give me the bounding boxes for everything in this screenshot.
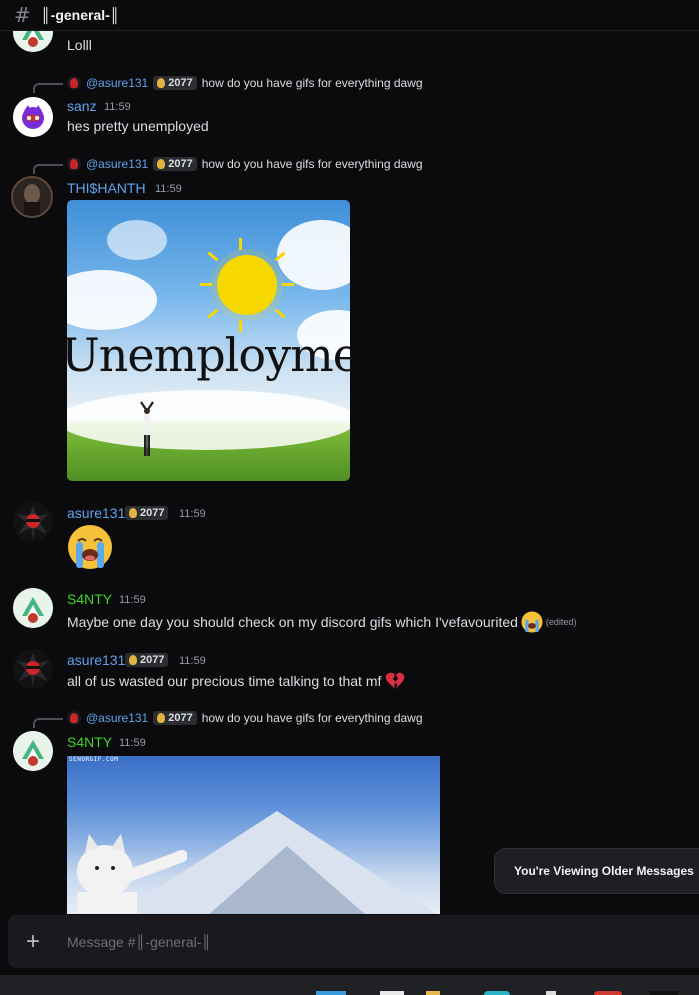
reply-text: how do you have gifs for everything dawg — [201, 711, 423, 725]
reply-author[interactable]: @asure131 — [86, 711, 148, 725]
reply-author[interactable]: @asure131 — [86, 157, 148, 171]
app-icon[interactable] — [594, 991, 622, 995]
edited-label: (edited) — [545, 617, 577, 627]
reply-preview[interactable]: @asure131 2077 how do you have gifs for … — [67, 710, 423, 726]
username-s4nty[interactable]: S4NTY — [67, 734, 112, 750]
attach-plus-button[interactable]: + — [8, 928, 58, 956]
unemployment-gif[interactable]: Unemploymen — [67, 200, 350, 481]
gif-caption: Unemploymen — [67, 328, 350, 382]
cat-mountain-gif[interactable]: SENORGIF.COM — [67, 756, 440, 914]
sanz-avatar[interactable] — [13, 97, 53, 137]
reply-preview[interactable]: @asure131 2077 how do you have gifs for … — [67, 156, 423, 172]
s4nty-avatar[interactable] — [13, 731, 53, 771]
message-text: hes pretty unemployed — [67, 118, 209, 134]
man-figure — [140, 401, 154, 456]
broken-heart-icon — [386, 672, 405, 689]
timestamp: 11:59 — [179, 508, 206, 520]
reply-spine — [33, 83, 63, 93]
reply-text: how do you have gifs for everything dawg — [201, 157, 423, 171]
gif-watermark: SENORGIF.COM — [69, 756, 119, 763]
message-text: all of us wasted our precious time talki… — [67, 672, 405, 690]
username-thishanth[interactable]: THI$HANTH — [67, 180, 146, 196]
app-icon[interactable] — [650, 991, 678, 995]
guild-tag: 2077 — [153, 76, 197, 90]
reply-avatar — [67, 711, 81, 725]
asure131-avatar[interactable] — [13, 649, 53, 689]
chat-scroll-area[interactable]: Lolll @asure131 2077 how do you have gif… — [0, 0, 699, 914]
guild-tag: 2077 — [153, 157, 197, 171]
flame-icon — [157, 713, 166, 723]
username-s4nty[interactable]: S4NTY — [67, 591, 112, 607]
timestamp: 11:59 — [119, 737, 146, 749]
reply-spine — [33, 718, 63, 728]
message-text: Lolll — [67, 37, 92, 53]
flame-icon — [157, 159, 166, 169]
channel-header: # ║-general-║ — [0, 0, 699, 31]
app-icon[interactable] — [546, 991, 556, 995]
message-text: Maybe one day you should check on my dis… — [67, 611, 576, 633]
username-sanz[interactable]: sanz — [67, 98, 97, 114]
timestamp: 11:59 — [119, 594, 146, 606]
flame-icon — [129, 655, 137, 665]
browser-icon[interactable] — [484, 991, 510, 995]
timestamp: 11:59 — [155, 183, 182, 195]
username-asure131[interactable]: asure131 — [67, 652, 125, 668]
start-icon[interactable] — [316, 991, 346, 995]
cat-figure — [77, 834, 187, 914]
guild-tag: 2077 — [125, 653, 169, 667]
thishanth-avatar[interactable] — [11, 176, 53, 218]
reply-spine — [33, 164, 63, 174]
message-input[interactable] — [67, 933, 627, 950]
sun-icon — [217, 255, 277, 315]
timestamp: 11:59 — [179, 655, 206, 667]
reply-preview[interactable]: @asure131 2077 how do you have gifs for … — [67, 75, 423, 91]
username-asure131[interactable]: asure131 — [67, 505, 125, 521]
message-composer: + — [8, 915, 699, 968]
flame-icon — [129, 508, 137, 518]
reply-avatar — [67, 157, 81, 171]
timestamp: 11:59 — [104, 101, 131, 113]
reply-author[interactable]: @asure131 — [86, 76, 148, 90]
reply-text: how do you have gifs for everything dawg — [201, 76, 423, 90]
asure131-avatar[interactable] — [13, 502, 53, 542]
flame-icon — [157, 78, 166, 88]
viewing-older-messages-banner[interactable]: You're Viewing Older Messages — [494, 848, 699, 894]
loudly-crying-face-icon — [521, 611, 543, 633]
guild-tag: 2077 — [153, 711, 197, 725]
channel-title[interactable]: ║-general-║ — [41, 7, 120, 23]
s4nty-avatar[interactable] — [13, 588, 53, 628]
guild-tag: 2077 — [125, 506, 169, 520]
loudly-crying-face-icon — [68, 525, 112, 569]
app-icon[interactable] — [380, 991, 404, 995]
reply-avatar — [67, 76, 81, 90]
taskbar — [0, 975, 699, 995]
channel-hash-icon: # — [14, 3, 31, 27]
folder-icon[interactable] — [426, 991, 440, 995]
